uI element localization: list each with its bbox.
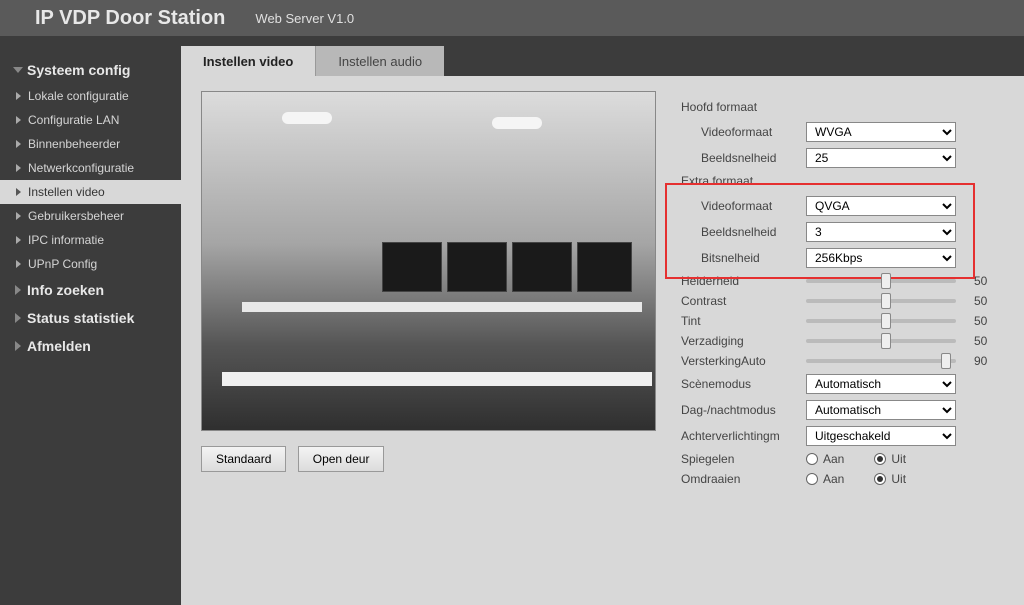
extra-bitrate-select[interactable]: 256Kbps (806, 248, 956, 268)
slider-value: 50 (974, 294, 1004, 308)
field-label: Achterverlichtingm (681, 429, 806, 443)
sidebar-group-label: Info zoeken (27, 282, 104, 298)
slider-label: Contrast (681, 294, 806, 308)
open-door-button[interactable]: Open deur (298, 446, 385, 472)
slider-value: 50 (974, 314, 1004, 328)
field-label: Bitsnelheid (701, 251, 806, 265)
field-label: Beeldsnelheid (701, 225, 806, 239)
sidebar-item-gebruikersbeheer[interactable]: Gebruikersbeheer (0, 204, 181, 228)
slider-label: Tint (681, 314, 806, 328)
sidebar-item-lokale-configuratie[interactable]: Lokale configuratie (0, 84, 181, 108)
daynight-mode-row: Dag-/nachtmodus Automatisch (681, 400, 1004, 420)
contrast-slider-row: Contrast 50 (681, 294, 1004, 308)
brightness-slider[interactable] (806, 279, 956, 283)
sidebar: Systeem config Lokale configuratie Confi… (0, 46, 181, 605)
settings-column: Hoofd formaat Videoformaat WVGA Beeldsne… (671, 91, 1004, 492)
flip-on-option[interactable]: Aan (806, 472, 844, 486)
main-framerate-row: Beeldsnelheid 25 (681, 148, 1004, 168)
sidebar-item-upnp-config[interactable]: UPnP Config (0, 252, 181, 276)
slider-label: Helderheid (681, 274, 806, 288)
tint-slider[interactable] (806, 319, 956, 323)
chevron-right-icon (15, 285, 21, 295)
gainauto-slider[interactable] (806, 359, 956, 363)
radio-icon (874, 453, 886, 465)
tint-slider-row: Tint 50 (681, 314, 1004, 328)
sidebar-item-netwerkconfiguratie[interactable]: Netwerkconfiguratie (0, 156, 181, 180)
tab-instellen-video[interactable]: Instellen video (181, 46, 315, 76)
main-videoformat-row: Videoformaat WVGA (681, 122, 1004, 142)
chevron-right-icon (15, 313, 21, 323)
sidebar-item-binnenbeheerder[interactable]: Binnenbeheerder (0, 132, 181, 156)
chevron-right-icon (15, 341, 21, 351)
button-row: Standaard Open deur (201, 446, 671, 472)
extra-bitrate-row: Bitsnelheid 256Kbps (681, 248, 1004, 268)
video-preview (201, 91, 656, 431)
field-label: Dag-/nachtmodus (681, 403, 806, 417)
sidebar-item-instellen-video[interactable]: Instellen video (0, 180, 181, 204)
sidebar-group-status-statistiek[interactable]: Status statistiek (0, 304, 181, 332)
sidebar-group-info-zoeken[interactable]: Info zoeken (0, 276, 181, 304)
contrast-slider[interactable] (806, 299, 956, 303)
mirror-off-option[interactable]: Uit (874, 452, 906, 466)
radio-icon (806, 473, 818, 485)
main-videoformat-select[interactable]: WVGA (806, 122, 956, 142)
default-button[interactable]: Standaard (201, 446, 286, 472)
extra-framerate-select[interactable]: 3 (806, 222, 956, 242)
main-framerate-select[interactable]: 25 (806, 148, 956, 168)
flip-radio-row: Omdraaien Aan Uit (681, 472, 1004, 486)
main-format-title: Hoofd formaat (681, 100, 1004, 114)
gainauto-slider-row: VersterkingAuto 90 (681, 354, 1004, 368)
radio-label: Omdraaien (681, 472, 806, 486)
header-strip (0, 36, 1024, 46)
sidebar-group-label: Systeem config (27, 62, 130, 78)
extra-format-title: Extra formaat (681, 174, 1004, 188)
extra-videoformat-row: Videoformaat QVGA (681, 196, 1004, 216)
sidebar-group-afmelden[interactable]: Afmelden (0, 332, 181, 360)
field-label: Beeldsnelheid (701, 151, 806, 165)
sidebar-group-systeem[interactable]: Systeem config (0, 56, 181, 84)
scene-mode-row: Scènemodus Automatisch (681, 374, 1004, 394)
mirror-on-option[interactable]: Aan (806, 452, 844, 466)
app-subtitle: Web Server V1.0 (255, 11, 354, 26)
backlight-mode-row: Achterverlichtingm Uitgeschakeld (681, 426, 1004, 446)
saturation-slider[interactable] (806, 339, 956, 343)
sidebar-group-label: Status statistiek (27, 310, 134, 326)
radio-label: Spiegelen (681, 452, 806, 466)
main: Systeem config Lokale configuratie Confi… (0, 46, 1024, 605)
slider-label: VersterkingAuto (681, 354, 806, 368)
daynight-mode-select[interactable]: Automatisch (806, 400, 956, 420)
extra-framerate-row: Beeldsnelheid 3 (681, 222, 1004, 242)
mirror-radio-row: Spiegelen Aan Uit (681, 452, 1004, 466)
sidebar-group-label: Afmelden (27, 338, 91, 354)
extra-videoformat-select[interactable]: QVGA (806, 196, 956, 216)
slider-label: Verzadiging (681, 334, 806, 348)
body-area: Standaard Open deur Hoofd formaat Videof… (181, 76, 1024, 507)
brightness-slider-row: Helderheid 50 (681, 274, 1004, 288)
video-column: Standaard Open deur (201, 91, 671, 492)
sidebar-item-ipc-informatie[interactable]: IPC informatie (0, 228, 181, 252)
saturation-slider-row: Verzadiging 50 (681, 334, 1004, 348)
sidebar-item-configuratie-lan[interactable]: Configuratie LAN (0, 108, 181, 132)
radio-icon (806, 453, 818, 465)
tabs: Instellen video Instellen audio (181, 46, 1024, 76)
field-label: Videoformaat (701, 125, 806, 139)
backlight-mode-select[interactable]: Uitgeschakeld (806, 426, 956, 446)
app-title: IP VDP Door Station (35, 7, 225, 30)
field-label: Scènemodus (681, 377, 806, 391)
scene-mode-select[interactable]: Automatisch (806, 374, 956, 394)
slider-value: 50 (974, 334, 1004, 348)
radio-icon (874, 473, 886, 485)
tab-instellen-audio[interactable]: Instellen audio (315, 46, 444, 76)
content: Instellen video Instellen audio Standaar… (181, 46, 1024, 605)
slider-value: 90 (974, 354, 1004, 368)
flip-off-option[interactable]: Uit (874, 472, 906, 486)
slider-value: 50 (974, 274, 1004, 288)
header: IP VDP Door Station Web Server V1.0 (0, 0, 1024, 36)
chevron-down-icon (13, 67, 23, 73)
field-label: Videoformaat (701, 199, 806, 213)
